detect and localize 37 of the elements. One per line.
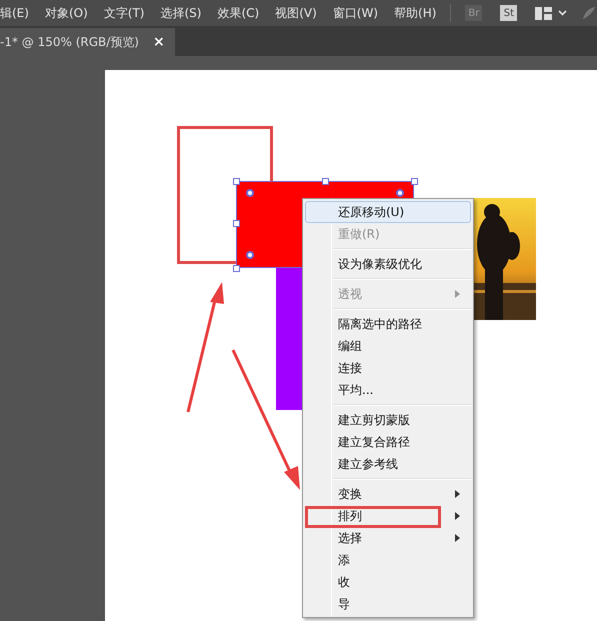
menu-item[interactable]: 视图(V) — [275, 4, 317, 22]
menu-item[interactable]: 帮助(H) — [394, 4, 436, 22]
menu-item[interactable]: 设为像素级优化 — [303, 245, 473, 275]
menu-item[interactable]: 选择(S) — [160, 4, 202, 22]
submenu-arrow-icon — [455, 512, 460, 520]
menu-item[interactable]: 效果(C) — [217, 4, 260, 22]
menu-item[interactable]: 选择 — [303, 527, 473, 549]
menu-item[interactable]: 还原移动(U) — [303, 201, 473, 223]
menu-item[interactable]: 建立参考线 — [303, 453, 473, 475]
submenu-arrow-icon — [455, 290, 460, 298]
menu-item[interactable]: 对象(O) — [44, 4, 88, 22]
selection-handle[interactable] — [233, 178, 240, 185]
menu-item[interactable]: 编组 — [303, 335, 473, 357]
selection-handle[interactable] — [322, 178, 329, 185]
document-tab[interactable]: -1* @ 150% (RGB/预览) × — [0, 28, 175, 56]
menu-item[interactable]: 文字(T) — [104, 4, 144, 22]
submenu-arrow-icon — [455, 490, 460, 498]
menu-item[interactable]: 隔离选中的路径 — [303, 305, 473, 335]
selection-handle[interactable] — [411, 178, 418, 185]
menu-item[interactable]: 导 — [303, 593, 473, 615]
tab-title: -1* @ 150% (RGB/预览) — [0, 34, 139, 51]
close-button[interactable]: × — [153, 32, 165, 52]
app-icon[interactable]: St — [500, 5, 518, 21]
menu-item[interactable]: 窗口(W) — [332, 4, 378, 22]
chevron-down-icon[interactable] — [558, 10, 568, 16]
selection-handle[interactable] — [233, 265, 240, 272]
menu-item[interactable]: 添 — [303, 549, 473, 571]
menu-item[interactable]: 建立剪切蒙版 — [303, 401, 473, 431]
menu-item[interactable]: 建立复合路径 — [303, 431, 473, 453]
selection-handle[interactable] — [233, 220, 240, 227]
menu-item[interactable]: 连接 — [303, 357, 473, 379]
submenu-arrow-icon — [455, 534, 460, 542]
menu-item[interactable]: 变换 — [303, 475, 473, 505]
menu-item[interactable]: 收 — [303, 571, 473, 593]
menu-item[interactable]: 辑(E) — [0, 4, 29, 22]
layout-icon[interactable] — [535, 6, 552, 20]
menu-item[interactable]: 平均... — [303, 379, 473, 401]
